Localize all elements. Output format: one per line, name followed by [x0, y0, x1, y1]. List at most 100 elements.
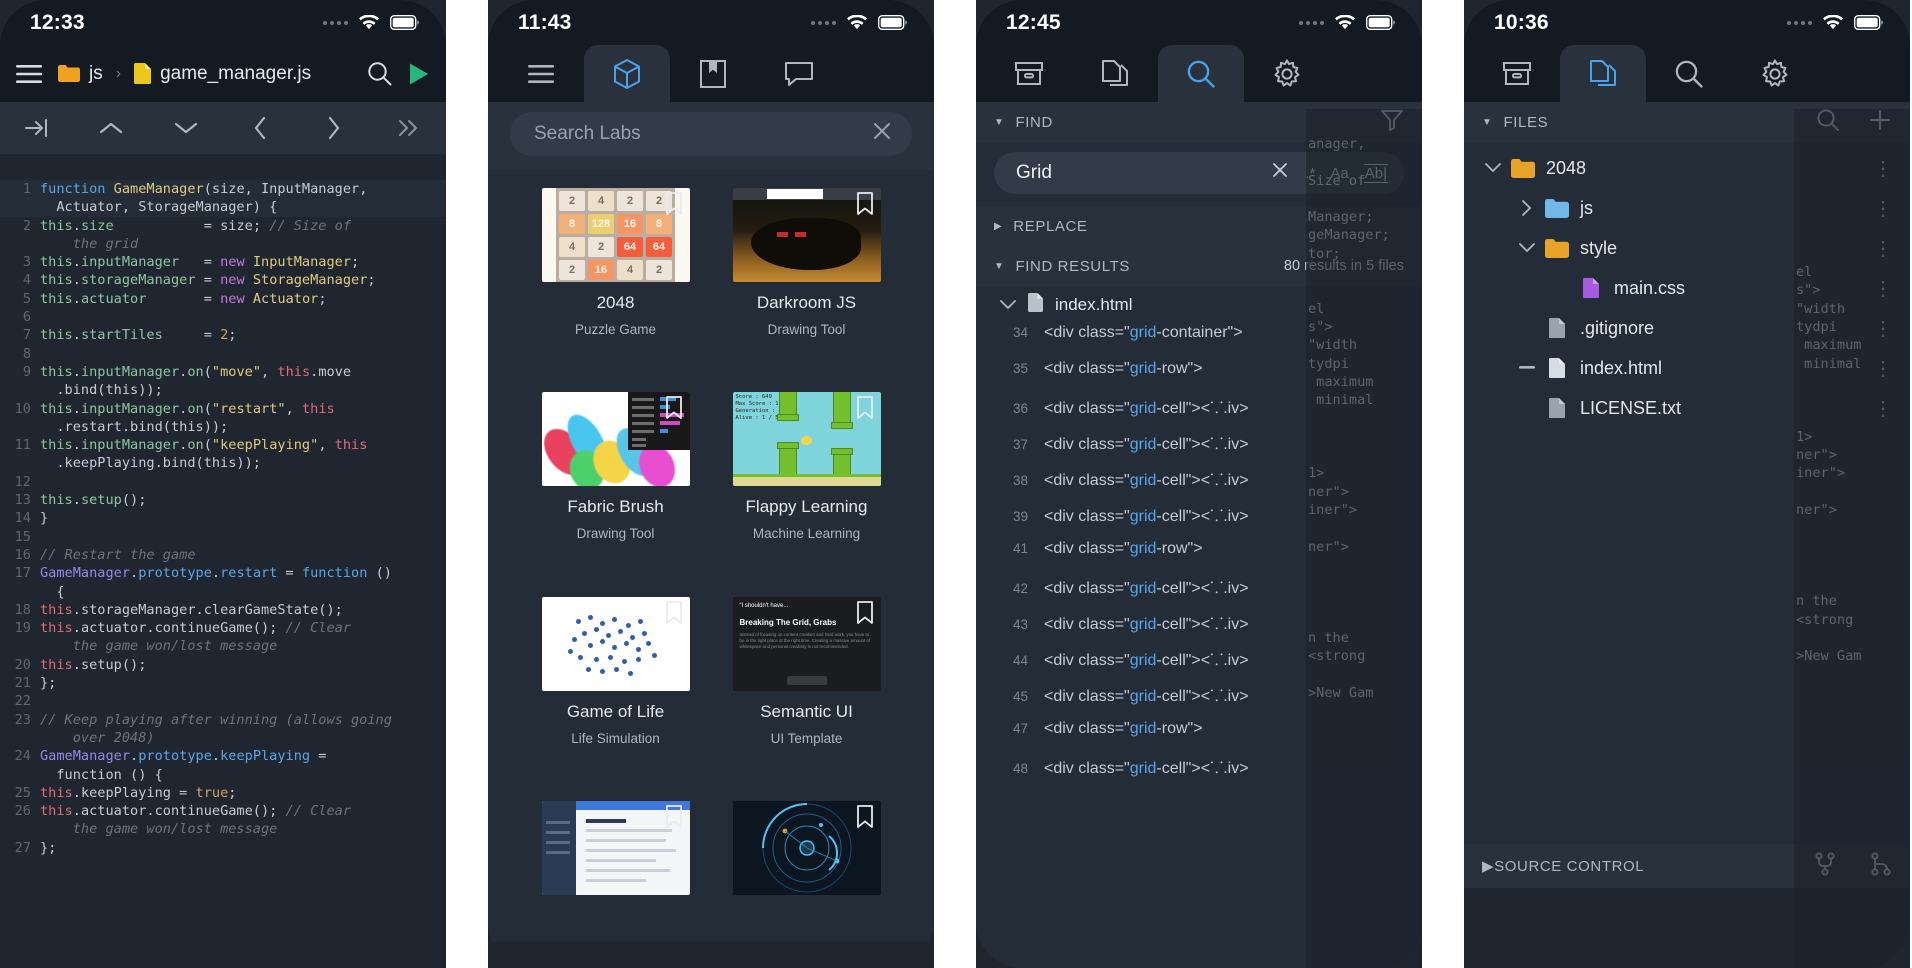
code-line[interactable]: 9 this.inputManager.on("move", this.move …	[0, 363, 446, 400]
files-icon[interactable]	[1560, 45, 1646, 102]
peek-line	[1306, 446, 1422, 464]
line-text: this.inputManager.on("keepPlaying", this…	[40, 437, 368, 472]
line-number: 9	[22, 363, 31, 380]
lab-card[interactable]: “I shouldn't have... Breaking The Grid, …	[725, 596, 888, 793]
line-number: 26	[14, 803, 31, 820]
code-line[interactable]: 19 this.actuator.continueGame(); // Clear…	[0, 619, 446, 656]
chevron-right-icon[interactable]	[297, 102, 371, 154]
chevron-double-right-icon[interactable]	[372, 102, 446, 154]
cube-icon[interactable]	[584, 45, 670, 102]
code-line[interactable]: 18 this.storageManager.clearGameState();	[0, 601, 446, 619]
code-line[interactable]: 10 this.inputManager.on("restart", this .…	[0, 400, 446, 437]
lab-card[interactable]: Fabric Brush Drawing Tool	[534, 392, 697, 588]
file-icon	[134, 63, 152, 84]
gear-icon[interactable]	[1732, 45, 1818, 102]
chevron-down-icon[interactable]	[1000, 295, 1016, 315]
chevron-down-icon[interactable]	[1512, 243, 1542, 253]
cell-dot	[625, 622, 631, 628]
cell-dot	[593, 626, 599, 632]
semantic-heading: Breaking The Grid, Grabs	[739, 617, 837, 627]
indent-icon[interactable]	[0, 102, 74, 154]
code-line[interactable]: 15	[0, 528, 446, 546]
gear-icon[interactable]	[1244, 45, 1330, 102]
chevron-down-icon: ▼	[994, 116, 1005, 128]
code-line[interactable]: 22	[0, 692, 446, 710]
status-bar: 12:45	[976, 0, 1422, 45]
code-line[interactable]: 8	[0, 345, 446, 363]
archive-icon[interactable]	[1474, 45, 1560, 102]
lab-card[interactable]	[725, 800, 888, 942]
phone-editor: 12:33 js › game_manager.js 1 function Ga…	[0, 0, 446, 968]
code-line[interactable]: 26 this.actuator.continueGame(); // Clear…	[0, 802, 446, 839]
peek-line	[1794, 373, 1910, 391]
lab-card[interactable]: Darkroom JS Drawing Tool	[725, 188, 888, 384]
code-line[interactable]: 2 this.size = size; // Size of the grid	[0, 217, 446, 254]
chat-icon[interactable]	[756, 45, 842, 102]
bookmark-icon[interactable]	[856, 396, 874, 425]
code-line[interactable]: 23 // Keep playing after winning (allows …	[0, 711, 446, 748]
files-label: FILES	[1503, 113, 1549, 131]
chevron-right-icon[interactable]	[1512, 200, 1542, 216]
chevron-down-icon[interactable]	[1478, 163, 1508, 173]
lab-card[interactable]: Game of Life Life Simulation	[534, 596, 697, 793]
code-line[interactable]: 1 function GameManager(size, InputManager…	[0, 180, 446, 217]
result-line-number: 47	[1012, 721, 1028, 736]
bookmark-icon[interactable]	[856, 600, 874, 630]
bookmark-icon[interactable]	[665, 600, 683, 630]
archive-icon[interactable]	[986, 45, 1072, 102]
peek-line	[1794, 245, 1910, 263]
code-line[interactable]: 17 GameManager.prototype.restart = functi…	[0, 564, 446, 601]
run-icon[interactable]	[408, 62, 430, 86]
lab-card[interactable]: Score : 649 Max Score : 1121 Generation : …	[725, 392, 888, 588]
peek-line: minimal	[1796, 355, 1862, 372]
code-line[interactable]: 5 this.actuator = new Actuator;	[0, 290, 446, 308]
status-bar: 12:33	[0, 0, 446, 45]
cell-dot	[587, 614, 593, 620]
line-text: };	[40, 675, 57, 692]
close-icon[interactable]	[1270, 160, 1290, 186]
code-line[interactable]: 11 this.inputManager.on("keepPlaying", th…	[0, 436, 446, 473]
code-line[interactable]: 7 this.startTiles = 2;	[0, 326, 446, 344]
code-line[interactable]: 13 this.setup();	[0, 491, 446, 509]
search-icon[interactable]	[1158, 45, 1244, 102]
code-line[interactable]: 27};	[0, 839, 446, 857]
bookmark-icon[interactable]	[665, 192, 683, 221]
code-line[interactable]: 24 GameManager.prototype.keepPlaying = fu…	[0, 747, 446, 784]
chevron-left-icon[interactable]	[223, 102, 297, 154]
bookmark-icon[interactable]	[665, 396, 683, 425]
bookmark-icon[interactable]	[670, 45, 756, 102]
code-line[interactable]: 12	[0, 473, 446, 491]
code-line[interactable]: 3 this.inputManager = new InputManager;	[0, 253, 446, 271]
menu-icon[interactable]	[16, 64, 42, 83]
status-time: 10:36	[1494, 10, 1549, 34]
cell-dot	[599, 638, 605, 644]
clear-icon[interactable]	[870, 119, 894, 149]
lab-card[interactable]: 2 4 2 2 8 128 16 8 4 2 64 64 2 16 4 2 2048 Puzzle Game	[534, 188, 697, 384]
bookmark-icon[interactable]	[856, 804, 874, 834]
peek-line	[1306, 592, 1422, 610]
chevron-down-icon[interactable]	[149, 102, 223, 154]
breadcrumb-file[interactable]: game_manager.js	[160, 63, 311, 85]
code-line[interactable]: 16 // Restart the game	[0, 546, 446, 564]
chevron-up-icon[interactable]	[74, 102, 148, 154]
lab-card[interactable]	[534, 800, 697, 942]
search-icon[interactable]	[1646, 45, 1732, 102]
bookmark-icon[interactable]	[665, 804, 683, 834]
code-line[interactable]: 20 this.setup();	[0, 656, 446, 674]
result-line-number: 45	[1012, 689, 1028, 704]
code-editor[interactable]: 1 function GameManager(size, InputManager…	[0, 154, 446, 968]
code-line[interactable]: 21};	[0, 674, 446, 692]
code-line[interactable]: 4 this.storageManager = new StorageManage…	[0, 271, 446, 289]
collapse-dash-icon[interactable]	[1512, 366, 1542, 370]
bookmark-icon[interactable]	[856, 192, 874, 221]
code-line[interactable]: 25 this.keepPlaying = true;	[0, 784, 446, 802]
files-icon[interactable]	[1072, 45, 1158, 102]
search-icon[interactable]	[367, 61, 392, 86]
search-input[interactable]: Search Labs	[510, 112, 912, 156]
line-text: this.actuator.continueGame(); // Clear t…	[40, 803, 352, 838]
tile: 4	[559, 236, 585, 257]
breadcrumb-folder[interactable]: js	[89, 63, 103, 85]
menu-icon[interactable]	[498, 45, 584, 102]
code-line[interactable]: 14}	[0, 509, 446, 527]
code-line[interactable]: 6	[0, 308, 446, 326]
